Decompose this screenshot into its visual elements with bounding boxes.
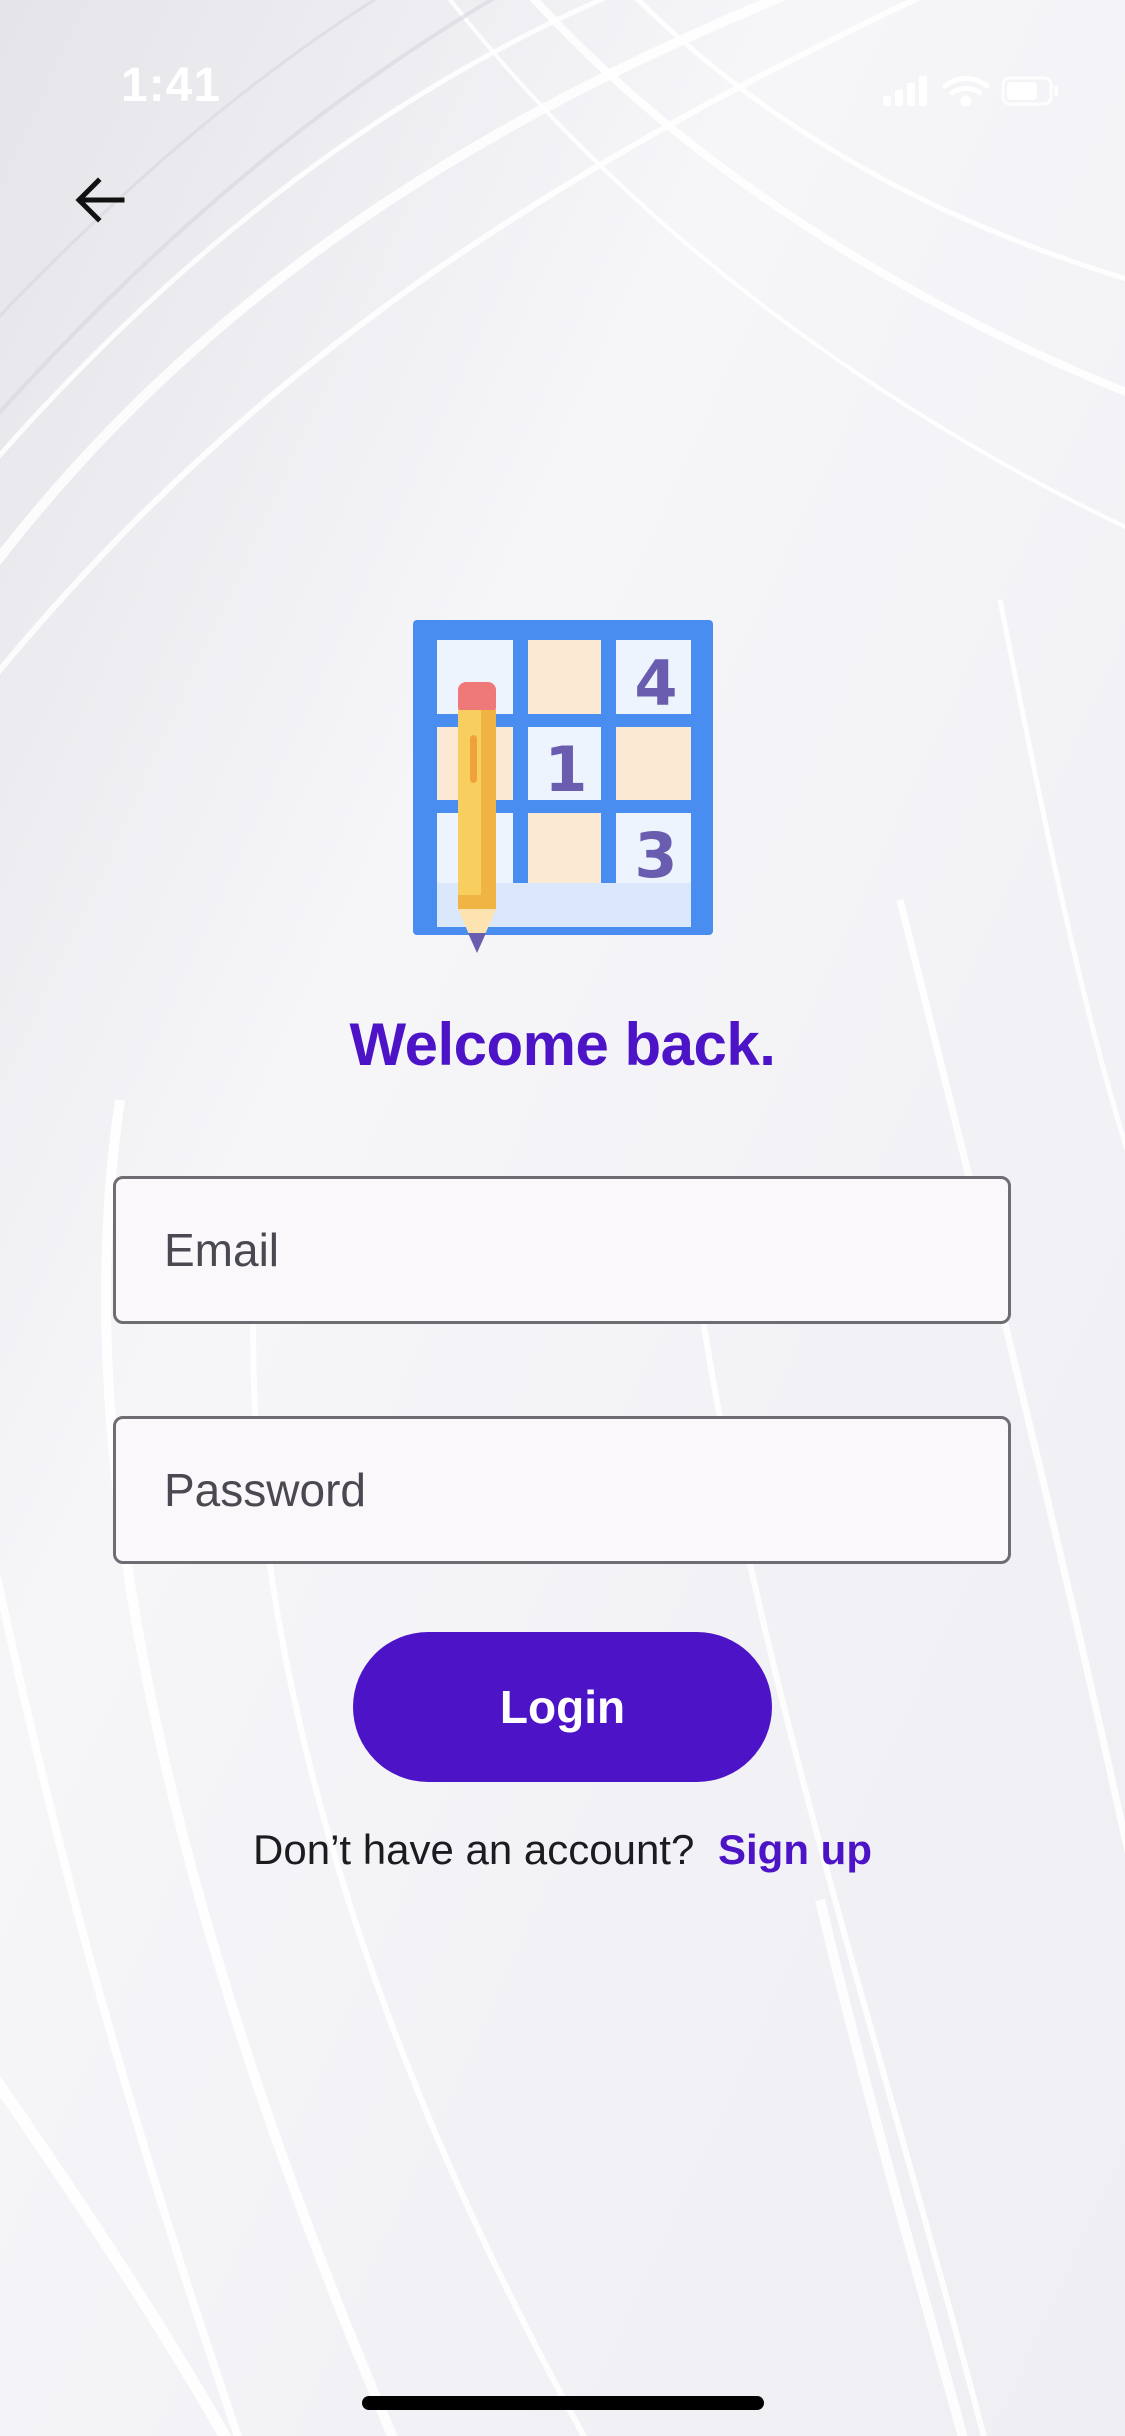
email-field[interactable] (113, 1176, 1011, 1324)
password-input[interactable] (116, 1419, 1008, 1561)
sudoku-digit: 1 (544, 733, 587, 806)
home-indicator (362, 2396, 764, 2410)
sudoku-grid-pencil-icon: 4 1 3 (413, 620, 713, 953)
battery-icon (1001, 76, 1058, 106)
login-button[interactable]: Login (353, 1632, 772, 1782)
signup-link[interactable]: Sign up (718, 1826, 872, 1873)
password-field[interactable] (113, 1416, 1011, 1564)
back-button[interactable] (60, 160, 140, 240)
signup-prompt: Don’t have an account? (253, 1826, 695, 1873)
pencil-icon (458, 682, 496, 953)
page-title: Welcome back. (349, 1011, 776, 1078)
status-icons (883, 76, 1058, 107)
arrow-left-icon (75, 177, 125, 223)
email-input[interactable] (116, 1179, 1008, 1321)
status-bar: 1:41 (0, 0, 1125, 140)
signup-row: Don’t have an account? Sign up (0, 1826, 1125, 1874)
status-time: 1:41 (121, 59, 222, 112)
cellular-signal-icon (883, 76, 927, 106)
sudoku-digit: 3 (634, 819, 677, 892)
sudoku-digit: 4 (634, 647, 677, 720)
wifi-icon (942, 76, 990, 107)
